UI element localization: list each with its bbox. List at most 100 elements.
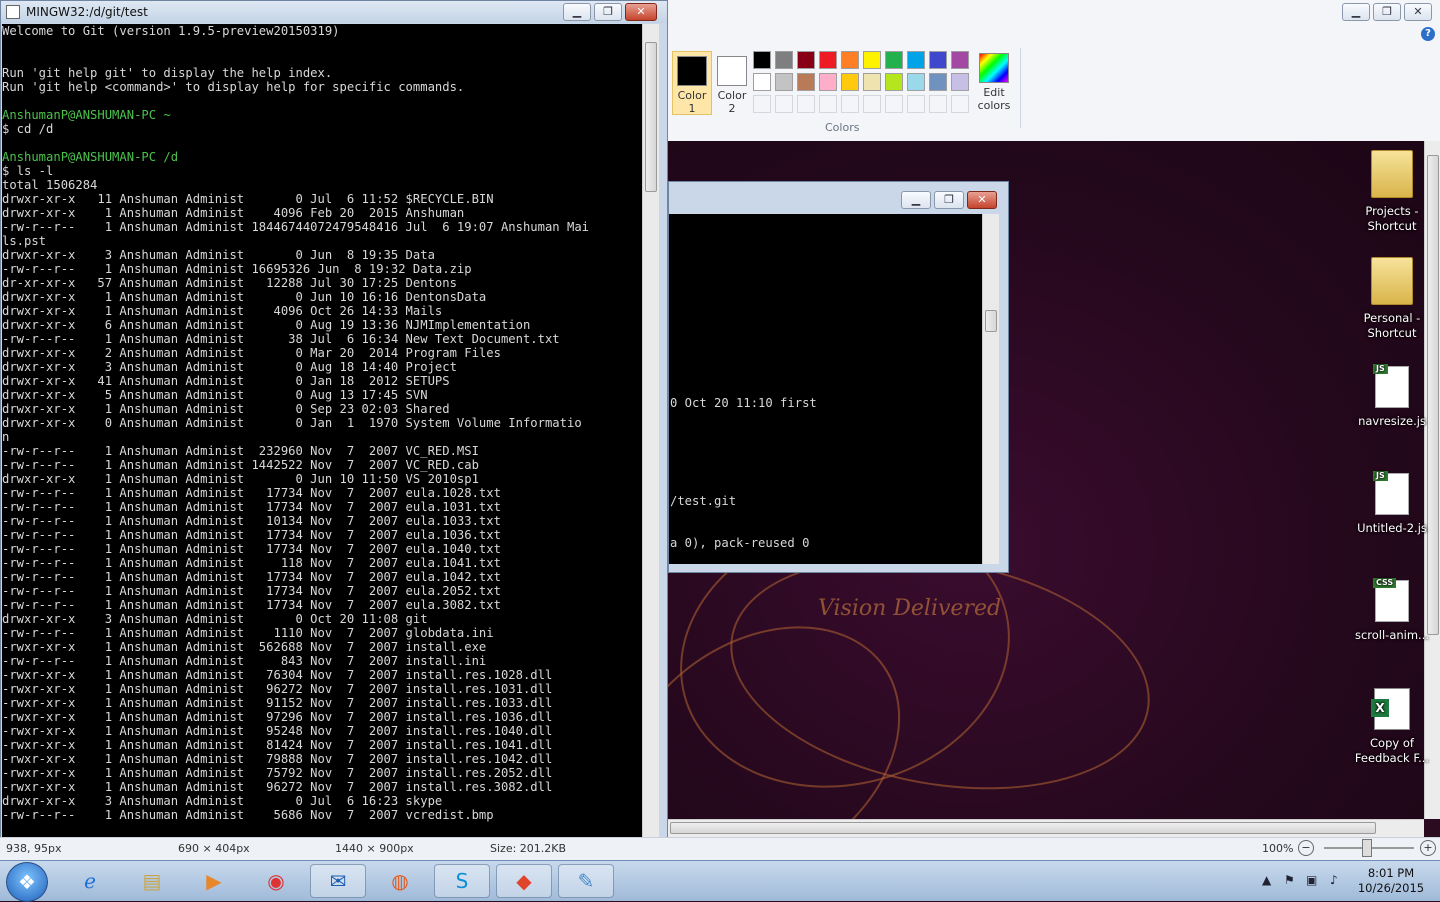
palette-swatch[interactable] xyxy=(775,95,793,113)
maximize-button[interactable]: ❐ xyxy=(934,191,964,209)
palette-swatch[interactable] xyxy=(885,73,903,91)
desktop-icon[interactable]: Personal - Shortcut xyxy=(1352,257,1432,341)
folder-shortcut-icon xyxy=(1371,150,1413,198)
palette-swatch[interactable] xyxy=(775,51,793,69)
scroll-thumb[interactable] xyxy=(985,310,997,332)
maximize-button[interactable]: ❐ xyxy=(1373,3,1401,21)
palette-swatch[interactable] xyxy=(797,95,815,113)
js-file-icon: JS xyxy=(1373,471,1409,515)
terminal-line: drwxr-xr-x 3 Anshuman Administ 0 Oct 20 … xyxy=(2,612,428,626)
minimize-button[interactable]: ▁ xyxy=(901,191,931,209)
terminal-line: -rw-r--r-- 1 Anshuman Administ 17734 Nov… xyxy=(2,598,501,612)
minimize-button[interactable]: ▁ xyxy=(563,3,591,21)
desktop-icon-label: navresize.js xyxy=(1358,414,1426,428)
desktop-icon[interactable]: CSS scroll-anim... xyxy=(1352,578,1432,643)
help-icon[interactable]: ? xyxy=(1421,27,1435,41)
minimize-button[interactable]: ▁ xyxy=(1342,3,1370,21)
color1-button[interactable]: Color 1 xyxy=(672,51,712,115)
excel-badge: X xyxy=(1371,699,1389,717)
terminal-line: $ ls -l xyxy=(2,164,54,178)
terminal-output[interactable]: Welcome to Git (version 1.9.5-preview201… xyxy=(2,24,642,837)
palette-swatch[interactable] xyxy=(951,95,969,113)
show-hidden-icons[interactable]: ▲ xyxy=(1262,873,1271,887)
desktop-icon[interactable]: Projects - Shortcut xyxy=(1352,150,1432,234)
palette-swatch[interactable] xyxy=(907,51,925,69)
terminal-line: -rw-r--r-- 1 Anshuman Administ 843 Nov 7… xyxy=(2,654,487,668)
volume-icon[interactable]: ♪ xyxy=(1330,873,1338,887)
terminal-scrollbar[interactable] xyxy=(642,24,659,837)
terminal-line: drwxr-xr-x 1 Anshuman Administ 4096 Feb … xyxy=(2,206,465,220)
palette-swatch[interactable] xyxy=(797,73,815,91)
git-terminal-window[interactable]: MINGW32:/d/git/test ▁ ❐ ✕ Welcome to Git… xyxy=(0,0,668,845)
palette-swatch[interactable] xyxy=(863,73,881,91)
palette-swatch[interactable] xyxy=(819,51,837,69)
palette-swatch[interactable] xyxy=(841,95,859,113)
paint-icon[interactable]: ✎ xyxy=(558,864,614,898)
scroll-thumb[interactable] xyxy=(645,42,657,192)
terminal-line: ls.pst xyxy=(2,234,47,248)
chrome-icon[interactable]: ◉ xyxy=(248,864,304,898)
palette-swatch[interactable] xyxy=(951,73,969,91)
canvas-horizontal-scrollbar[interactable] xyxy=(668,819,1424,837)
palette-swatch[interactable] xyxy=(907,73,925,91)
outlook-icon[interactable]: ✉ xyxy=(310,864,366,898)
window-title: MINGW32:/d/git/test xyxy=(26,5,148,19)
clock[interactable]: 8:01 PM 10/26/2015 xyxy=(1356,866,1426,896)
window-titlebar[interactable]: MINGW32:/d/git/test ▁ ❐ ✕ xyxy=(1,1,667,23)
file-explorer-icon[interactable]: ▤ xyxy=(124,864,180,898)
palette-swatch[interactable] xyxy=(929,51,947,69)
terminal-line: -rwxr-xr-x 1 Anshuman Administ 95248 Nov… xyxy=(2,724,553,738)
palette-swatch[interactable] xyxy=(885,51,903,69)
firefox-icon[interactable]: ◍ xyxy=(372,864,428,898)
desktop-icon[interactable]: X Copy of Feedback F... xyxy=(1352,688,1432,766)
terminal-line: drwxr-xr-x 6 Anshuman Administ 0 Aug 19 … xyxy=(2,318,531,332)
palette-swatch[interactable] xyxy=(863,95,881,113)
palette-swatch[interactable] xyxy=(929,95,947,113)
palette-swatch[interactable] xyxy=(885,95,903,113)
background-terminal-window[interactable]: ▁ ❐ ✕ 0 Oct 20 11:10 first/test.git a 0),… xyxy=(668,181,1009,573)
file-size: Size: 201.2KB xyxy=(490,842,567,855)
palette-swatch[interactable] xyxy=(819,73,837,91)
terminal-line: -rwxr-xr-x 1 Anshuman Administ 562688 No… xyxy=(2,640,487,654)
palette-swatch[interactable] xyxy=(929,73,947,91)
palette-swatch[interactable] xyxy=(863,51,881,69)
color2-button[interactable]: Color 2 xyxy=(712,51,752,115)
palette-swatch[interactable] xyxy=(907,95,925,113)
maximize-button[interactable]: ❐ xyxy=(594,3,622,21)
palette-swatch[interactable] xyxy=(753,51,771,69)
terminal-output[interactable]: 0 Oct 20 11:10 first/test.git a 0), pack-… xyxy=(669,214,982,564)
zoom-in-button[interactable]: + xyxy=(1420,840,1436,856)
window-controls: ▁ ❐ ✕ xyxy=(901,191,997,209)
paint-status-bar: 938, 95px 690 × 404px 1440 × 900px Size:… xyxy=(0,837,1440,861)
zoom-slider-thumb[interactable] xyxy=(1362,839,1372,857)
internet-explorer-icon[interactable]: ℯ xyxy=(62,864,118,898)
palette-swatch[interactable] xyxy=(753,73,771,91)
action-center-icon[interactable]: ⚑ xyxy=(1284,873,1295,887)
zoom-out-button[interactable]: − xyxy=(1298,840,1314,856)
palette-swatch[interactable] xyxy=(951,51,969,69)
close-button[interactable]: ✕ xyxy=(625,3,657,21)
terminal-line: -rwxr-xr-x 1 Anshuman Administ 76304 Nov… xyxy=(2,668,553,682)
media-player-icon[interactable]: ▶ xyxy=(186,864,242,898)
edit-colors-button[interactable]: Edit colors xyxy=(975,51,1013,112)
palette-swatch[interactable] xyxy=(775,73,793,91)
desktop-icon[interactable]: JS Untitled-2.js xyxy=(1352,471,1432,536)
palette-swatch[interactable] xyxy=(819,95,837,113)
terminal-line: 0 Oct 20 11:10 first xyxy=(670,396,817,410)
palette-swatch[interactable] xyxy=(841,51,859,69)
network-icon[interactable]: ▣ xyxy=(1306,873,1317,887)
palette-swatch[interactable] xyxy=(753,95,771,113)
start-button[interactable]: ❖ xyxy=(6,862,48,902)
skype-icon[interactable]: S xyxy=(434,864,490,898)
terminal-scrollbar[interactable] xyxy=(982,214,999,564)
scroll-thumb[interactable] xyxy=(670,822,1376,834)
palette-swatch[interactable] xyxy=(797,51,815,69)
terminal-line: drwxr-xr-x 11 Anshuman Administ 0 Jul 6 … xyxy=(2,192,494,206)
git-bash-icon[interactable]: ◆ xyxy=(496,864,552,898)
close-button[interactable]: ✕ xyxy=(1404,3,1432,21)
terminal-line: -rwxr-xr-x 1 Anshuman Administ 79888 Nov… xyxy=(2,752,553,766)
palette-swatch[interactable] xyxy=(841,73,859,91)
desktop-icon[interactable]: JS navresize.js xyxy=(1352,364,1432,429)
close-button[interactable]: ✕ xyxy=(967,191,997,209)
terminal-line: -rw-r--r-- 1 Anshuman Administ 17734 Nov… xyxy=(2,486,501,500)
